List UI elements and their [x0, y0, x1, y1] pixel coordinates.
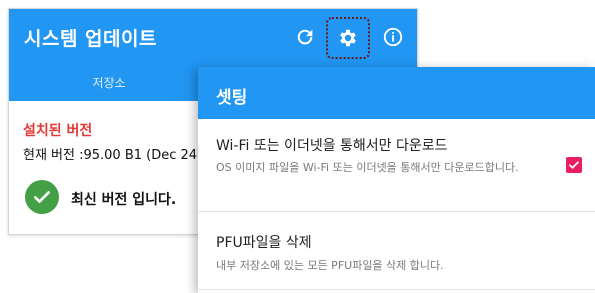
gear-icon: [340, 29, 356, 47]
info-icon[interactable]: [379, 23, 407, 51]
tab-storage[interactable]: 저장소: [44, 74, 174, 91]
settings-title: 셋팅: [216, 88, 248, 108]
divider: [198, 211, 595, 212]
installed-version-heading: 설치된 버전: [23, 123, 93, 139]
delete-pfu-summary: 내부 저장소에 있는 모든 PFU파일을 삭제 합니다.: [216, 259, 444, 272]
settings-button[interactable]: [326, 17, 370, 59]
check-circle-icon: [25, 180, 59, 214]
wifi-only-download-summary: OS 이미지 파일을 Wi-Fi 또는 이더넷을 통해서만 다운로드합니다.: [216, 161, 519, 174]
divider: [198, 289, 595, 290]
latest-version-message: 최신 버전 입니다.: [71, 192, 177, 208]
wifi-only-download-title[interactable]: Wi-Fi 또는 이더넷을 통해서만 다운로드: [216, 135, 448, 155]
refresh-icon[interactable]: [291, 23, 319, 51]
wifi-only-checkbox[interactable]: [566, 157, 582, 173]
settings-header: 셋팅: [198, 67, 595, 119]
settings-panel: 셋팅 Wi-Fi 또는 이더넷을 통해서만 다운로드 OS 이미지 파일을 Wi…: [198, 67, 595, 293]
delete-pfu-title[interactable]: PFU파일을 삭제: [216, 232, 312, 252]
app-title: 시스템 업데이트: [24, 28, 157, 50]
checkmark-icon: [569, 161, 579, 169]
